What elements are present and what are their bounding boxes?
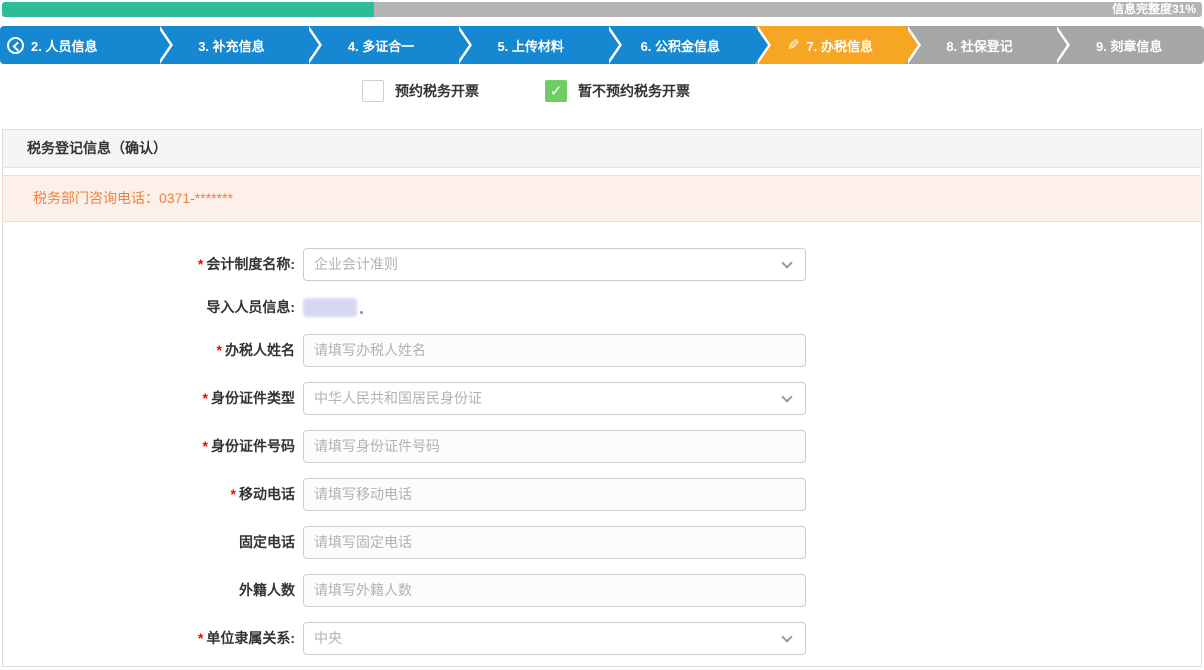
field-label-text: 身份证件类型: [211, 390, 295, 406]
redacted-dot: [360, 311, 363, 314]
step-tab-personnel-info[interactable]: 2. 人员信息: [0, 26, 157, 64]
option-label[interactable]: 预约税务开票: [395, 81, 479, 101]
field-label-accounting-system: *会计制度名称:: [3, 254, 295, 274]
required-asterisk: *: [203, 390, 208, 406]
step-tab-label: 2. 人员信息: [31, 36, 97, 55]
checked-checkbox[interactable]: ✓: [545, 80, 567, 102]
form-row-tax-agent-name: *办税人姓名: [3, 326, 1201, 374]
required-asterisk: *: [217, 342, 222, 358]
tax-registration-panel: 税务登记信息（确认） 税务部门咨询电话：0371-******* *会计制度名称…: [2, 129, 1202, 667]
step-tab-tax-info[interactable]: ✎ 7. 办税信息: [755, 26, 905, 64]
field-label-tax-agent-name: *办税人姓名: [3, 340, 295, 360]
field-label-text: 导入人员信息:: [206, 299, 295, 315]
field-label-id-number: *身份证件号码: [3, 436, 295, 456]
field-control: [303, 478, 806, 511]
panel-title: 税务登记信息（确认）: [3, 130, 1201, 168]
chevron-down-icon: [781, 391, 792, 402]
form-row-landline-phone: 固定电话: [3, 518, 1201, 566]
field-label-text: 单位隶属关系:: [206, 630, 295, 646]
foreigner-count-input[interactable]: [303, 574, 806, 607]
field-label-text: 固定电话: [239, 534, 295, 550]
select-value: 中华人民共和国居民身份证: [314, 388, 482, 408]
field-label-imported-personnel: 导入人员信息:: [3, 297, 295, 317]
select-value: 企业会计准则: [314, 254, 398, 274]
option-label[interactable]: 暂不预约税务开票: [578, 81, 690, 101]
form-row-foreigner-count: 外籍人数: [3, 566, 1201, 614]
option-no-reserve-tax-invoice[interactable]: ✓ 暂不预约税务开票: [545, 80, 690, 102]
step-tab-label: 4. 多证合一: [348, 36, 414, 55]
field-control: [303, 526, 806, 559]
step-tab-label: 8. 社保登记: [946, 36, 1012, 55]
field-control: 中华人民共和国居民身份证: [303, 382, 806, 415]
completeness-progress-bar: 信息完整度31%: [2, 2, 1202, 17]
field-label-id-type: *身份证件类型: [3, 388, 295, 408]
select-value: 中央: [314, 628, 342, 648]
form-row-id-type: *身份证件类型中华人民共和国居民身份证: [3, 374, 1201, 422]
step-tab-label: 7. 办税信息: [806, 36, 872, 55]
step-tabs: 2. 人员信息 3. 补充信息 4. 多证合一 5. 上传材料 6. 公积金信息 ✎ 7. …: [0, 26, 1204, 64]
required-asterisk: *: [203, 438, 208, 454]
step-tab-upload-materials[interactable]: 5. 上传材料: [456, 26, 606, 64]
step-tab-label: 6. 公积金信息: [641, 36, 720, 55]
unchecked-checkbox[interactable]: [362, 80, 384, 102]
field-label-foreigner-count: 外籍人数: [3, 580, 295, 600]
form-row-accounting-system: *会计制度名称: 企业会计准则: [3, 240, 1201, 288]
tax-agent-name-input[interactable]: [303, 334, 806, 367]
field-label-mobile-phone: *移动电话: [3, 484, 295, 504]
chevron-down-icon: [781, 631, 792, 642]
form-row-mobile-phone: *移动电话: [3, 470, 1201, 518]
unit-affiliation-select[interactable]: 中央: [303, 622, 806, 655]
tax-hotline-notice: 税务部门咨询电话：0371-*******: [2, 175, 1202, 222]
field-control: 中央: [303, 622, 806, 655]
form-row-unit-affiliation: *单位隶属关系: 中央: [3, 614, 1201, 662]
field-control: 企业会计准则: [303, 248, 806, 281]
field-control: [303, 574, 806, 607]
field-control: [303, 430, 806, 463]
option-reserve-tax-invoice[interactable]: 预约税务开票: [362, 80, 479, 102]
invoice-options: 预约税务开票 ✓ 暂不预约税务开票: [0, 79, 1204, 103]
field-label-landline-phone: 固定电话: [3, 532, 295, 552]
step-tab-housing-fund[interactable]: 6. 公积金信息: [606, 26, 756, 64]
id-number-input[interactable]: [303, 430, 806, 463]
accounting-system-select[interactable]: 企业会计准则: [303, 248, 806, 281]
tax-registration-form: *会计制度名称:企业会计准则导入人员信息:*办税人姓名*身份证件类型中华人民共和…: [3, 222, 1201, 666]
field-label-text: 外籍人数: [239, 582, 295, 598]
step-tab-label: 5. 上传材料: [497, 36, 563, 55]
field-control: [303, 334, 806, 367]
check-icon: ✓: [550, 82, 563, 100]
form-row-imported-personnel: 导入人员信息:: [3, 288, 1201, 326]
field-label-text: 会计制度名称:: [206, 256, 295, 272]
landline-phone-input[interactable]: [303, 526, 806, 559]
back-icon[interactable]: [7, 37, 24, 54]
step-tab-multi-cert[interactable]: 4. 多证合一: [306, 26, 456, 64]
chevron-down-icon: [781, 257, 792, 268]
edit-pencil-icon: ✎: [787, 36, 800, 54]
field-control: [303, 298, 363, 317]
form-row-id-number: *身份证件号码: [3, 422, 1201, 470]
field-label-text: 身份证件号码: [211, 438, 295, 454]
field-label-text: 移动电话: [239, 486, 295, 502]
step-tab-seal-info[interactable]: 9. 刻章信息: [1054, 26, 1204, 64]
required-asterisk: *: [198, 630, 203, 646]
id-type-select[interactable]: 中华人民共和国居民身份证: [303, 382, 806, 415]
redacted-value: [303, 298, 357, 317]
completeness-progress-fill: [2, 2, 374, 17]
step-tab-label: 9. 刻章信息: [1096, 36, 1162, 55]
required-asterisk: *: [231, 486, 236, 502]
required-asterisk: *: [198, 256, 203, 272]
step-tab-supplement-info[interactable]: 3. 补充信息: [157, 26, 307, 64]
mobile-phone-input[interactable]: [303, 478, 806, 511]
step-tab-social-security[interactable]: 8. 社保登记: [905, 26, 1055, 64]
step-tab-label: 3. 补充信息: [198, 36, 264, 55]
completeness-progress-label: 信息完整度31%: [1112, 2, 1196, 17]
field-label-text: 办税人姓名: [225, 342, 295, 358]
field-label-unit-affiliation: *单位隶属关系:: [3, 628, 295, 648]
